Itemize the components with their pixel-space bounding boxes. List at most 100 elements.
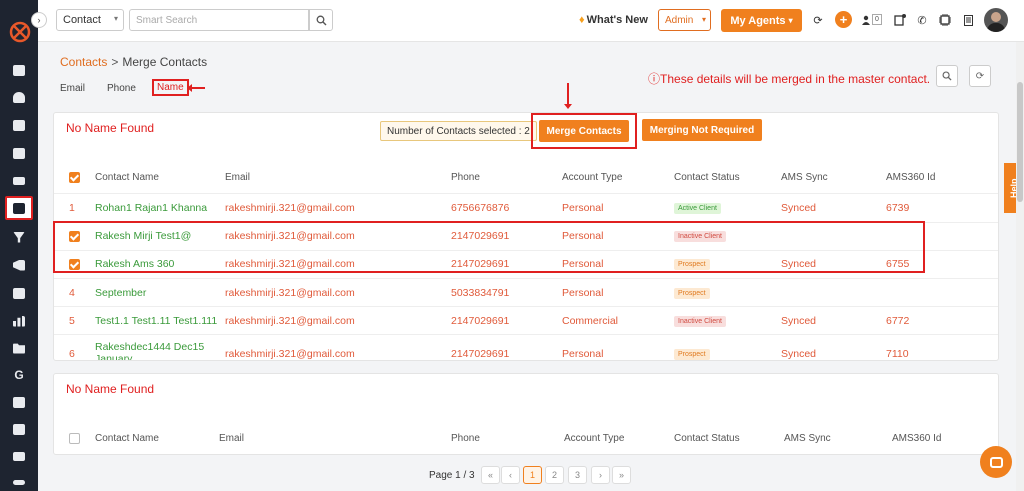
ams-sync: Synced bbox=[781, 258, 817, 270]
table-row[interactable]: Rakesh Ams 360 rakeshmirji.321@gmail.com… bbox=[54, 251, 998, 279]
pagination: Page 1 / 3 « ‹ 1 2 3 › » bbox=[0, 466, 1024, 486]
folder-icon[interactable] bbox=[0, 337, 38, 359]
whats-new-link[interactable]: ♦ What's New bbox=[579, 14, 648, 26]
status-badge: Prospect bbox=[674, 288, 710, 299]
chart-icon[interactable] bbox=[0, 310, 38, 332]
megaphone-icon[interactable] bbox=[0, 254, 38, 276]
column-header[interactable]: Contact Status bbox=[674, 433, 740, 444]
search-icon[interactable] bbox=[936, 65, 958, 87]
table-row[interactable]: 5 Test1.1 Test1.11 Test1.111 rakeshmirji… bbox=[54, 307, 998, 335]
dashboard-icon[interactable] bbox=[0, 59, 38, 81]
selected-count-badge: Number of Contacts selected : 2 bbox=[380, 121, 537, 141]
calendar-icon[interactable] bbox=[0, 418, 38, 440]
column-header[interactable]: Contact Name bbox=[95, 433, 159, 444]
contact-name[interactable]: Rakesh Mirji Test1@ bbox=[95, 230, 191, 242]
row-number: 1 bbox=[69, 202, 75, 214]
column-header[interactable]: AMS Sync bbox=[784, 433, 831, 444]
role-select[interactable]: Admin ▾ bbox=[658, 9, 711, 31]
last-page-button[interactable]: » bbox=[612, 466, 631, 484]
smart-search-input[interactable]: Smart Search bbox=[129, 9, 309, 31]
list-icon[interactable] bbox=[0, 170, 38, 192]
status-badge: Active Client bbox=[674, 203, 721, 214]
contact-name[interactable]: Rakeshdec1444 Dec15 January bbox=[95, 341, 210, 360]
table-row[interactable]: 6 Rakeshdec1444 Dec15 January rakeshmirj… bbox=[54, 335, 998, 360]
contact-name[interactable]: Rohan1 Rajan1 Khanna bbox=[95, 202, 207, 214]
column-header[interactable]: Email bbox=[219, 433, 244, 444]
tab-phone[interactable]: Phone bbox=[107, 83, 136, 94]
column-header[interactable]: Phone bbox=[451, 433, 480, 444]
documents-icon[interactable] bbox=[0, 114, 38, 136]
filter-icon[interactable] bbox=[0, 226, 38, 248]
chip-icon[interactable] bbox=[938, 13, 952, 27]
merge-contacts-button[interactable]: Merge Contacts bbox=[539, 120, 629, 142]
chat-button[interactable] bbox=[980, 446, 1012, 478]
column-header[interactable]: Contact Status bbox=[674, 172, 740, 183]
my-agents-button[interactable]: My Agents ▾ bbox=[721, 9, 802, 32]
notification-icon[interactable] bbox=[893, 13, 907, 27]
next-page-button[interactable]: › bbox=[591, 466, 610, 484]
breadcrumb-contacts-link[interactable]: Contacts bbox=[60, 55, 107, 69]
phone-icon[interactable]: ✆ bbox=[915, 13, 929, 27]
breadcrumb: Contacts > Merge Contacts bbox=[60, 55, 207, 69]
users-icon[interactable] bbox=[0, 86, 38, 108]
avatar[interactable] bbox=[984, 8, 1008, 32]
mail-icon[interactable] bbox=[0, 445, 38, 467]
refresh-icon[interactable]: ⟳ bbox=[969, 65, 991, 87]
column-header[interactable]: AMS360 Id bbox=[892, 433, 941, 444]
row-checkbox[interactable] bbox=[69, 231, 80, 242]
page-button[interactable]: 2 bbox=[545, 466, 564, 484]
first-page-button[interactable]: « bbox=[481, 466, 500, 484]
merging-not-required-button[interactable]: Merging Not Required bbox=[642, 119, 762, 141]
document-icon[interactable] bbox=[961, 13, 975, 27]
table-row[interactable]: 4 September rakeshmirji.321@gmail.com 50… bbox=[54, 279, 998, 307]
add-icon[interactable]: + bbox=[835, 11, 852, 28]
contact-name[interactable]: Test1.1 Test1.11 Test1.111 bbox=[95, 315, 217, 327]
status-badge: Inactive Client bbox=[674, 316, 726, 327]
status-badge: Prospect bbox=[674, 259, 710, 270]
select-all-checkbox[interactable] bbox=[69, 433, 80, 444]
chevron-down-icon: ▾ bbox=[113, 14, 118, 23]
column-header[interactable]: Account Type bbox=[562, 172, 622, 183]
google-icon[interactable]: G bbox=[0, 364, 38, 386]
tab-name[interactable]: Name bbox=[152, 79, 189, 96]
report-icon[interactable] bbox=[0, 282, 38, 304]
page-button[interactable]: 1 bbox=[523, 466, 542, 484]
duplicate-group-panel: No Name Found Contact Name Email Phone A… bbox=[53, 373, 999, 455]
scrollbar-thumb[interactable] bbox=[1017, 82, 1023, 202]
app-logo[interactable] bbox=[8, 20, 32, 44]
sync-icon[interactable]: ⟳ bbox=[811, 13, 825, 27]
column-header[interactable]: Phone bbox=[451, 172, 480, 183]
ams360-id: 6739 bbox=[886, 202, 910, 214]
table-row[interactable]: Rakesh Mirji Test1@ rakeshmirji.321@gmai… bbox=[54, 223, 998, 251]
contacts-icon[interactable] bbox=[5, 196, 33, 220]
sidebar: G bbox=[0, 0, 38, 491]
contact-email: rakeshmirji.321@gmail.com bbox=[225, 230, 355, 242]
row-number: 5 bbox=[69, 315, 75, 327]
select-all-checkbox[interactable] bbox=[69, 172, 80, 183]
column-header[interactable]: Email bbox=[225, 172, 250, 183]
column-header[interactable]: Account Type bbox=[564, 433, 624, 444]
prev-page-button[interactable]: ‹ bbox=[501, 466, 520, 484]
group-title: No Name Found bbox=[66, 382, 155, 396]
tab-email[interactable]: Email bbox=[60, 83, 85, 94]
contact-name[interactable]: Rakesh Ams 360 bbox=[95, 258, 174, 270]
page-button[interactable]: 3 bbox=[568, 466, 587, 484]
account-type: Personal bbox=[562, 258, 604, 270]
table-row[interactable]: 1 Rohan1 Rajan1 Khanna rakeshmirji.321@g… bbox=[54, 194, 998, 222]
contact-name[interactable]: September bbox=[95, 287, 146, 299]
search-icon[interactable] bbox=[309, 9, 333, 31]
chevron-down-icon: ▾ bbox=[788, 16, 793, 25]
user-icon[interactable] bbox=[859, 13, 873, 27]
column-header[interactable]: AMS360 Id bbox=[886, 172, 935, 183]
row-checkbox[interactable] bbox=[69, 259, 80, 270]
stack-icon[interactable] bbox=[0, 391, 38, 413]
module-select[interactable]: Contact ▾ bbox=[56, 9, 124, 31]
bank-icon[interactable] bbox=[0, 142, 38, 164]
column-header[interactable]: Contact Name bbox=[95, 172, 159, 183]
sidebar-collapse-button[interactable]: › bbox=[31, 12, 47, 28]
column-header[interactable]: AMS Sync bbox=[781, 172, 828, 183]
page-title: Merge Contacts bbox=[122, 55, 208, 69]
page-scrollbar[interactable] bbox=[1016, 42, 1024, 491]
ams360-id: 6772 bbox=[886, 315, 910, 327]
ams360-id: 7110 bbox=[886, 348, 909, 360]
